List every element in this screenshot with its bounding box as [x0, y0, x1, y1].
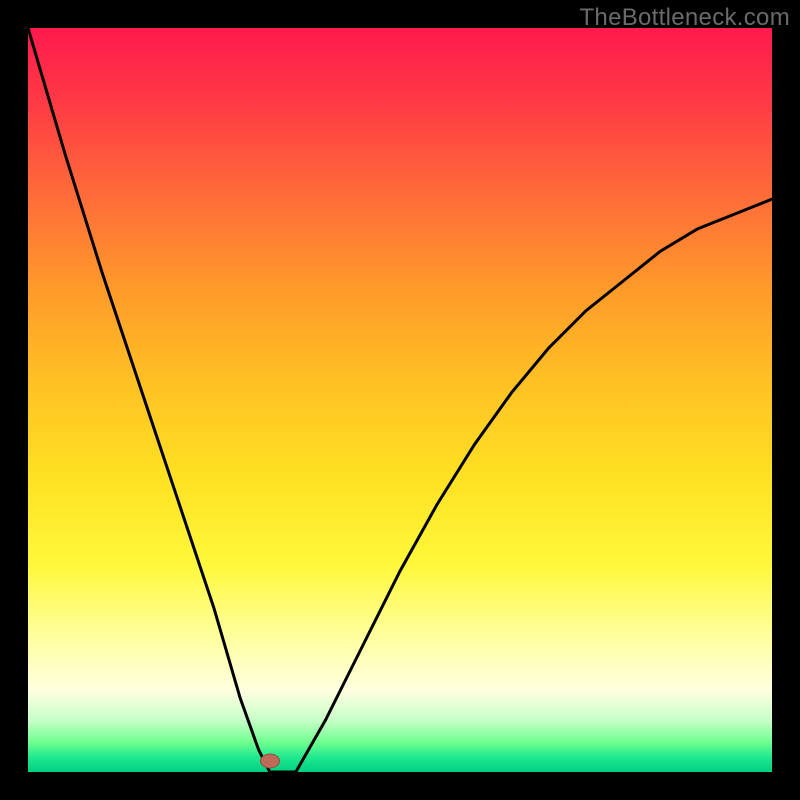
optimal-marker — [260, 753, 280, 768]
bottleneck-curve — [28, 28, 772, 772]
curve-svg — [28, 28, 772, 772]
chart-frame: TheBottleneck.com — [0, 0, 800, 800]
plot-area — [28, 28, 772, 772]
watermark-text: TheBottleneck.com — [579, 4, 790, 32]
